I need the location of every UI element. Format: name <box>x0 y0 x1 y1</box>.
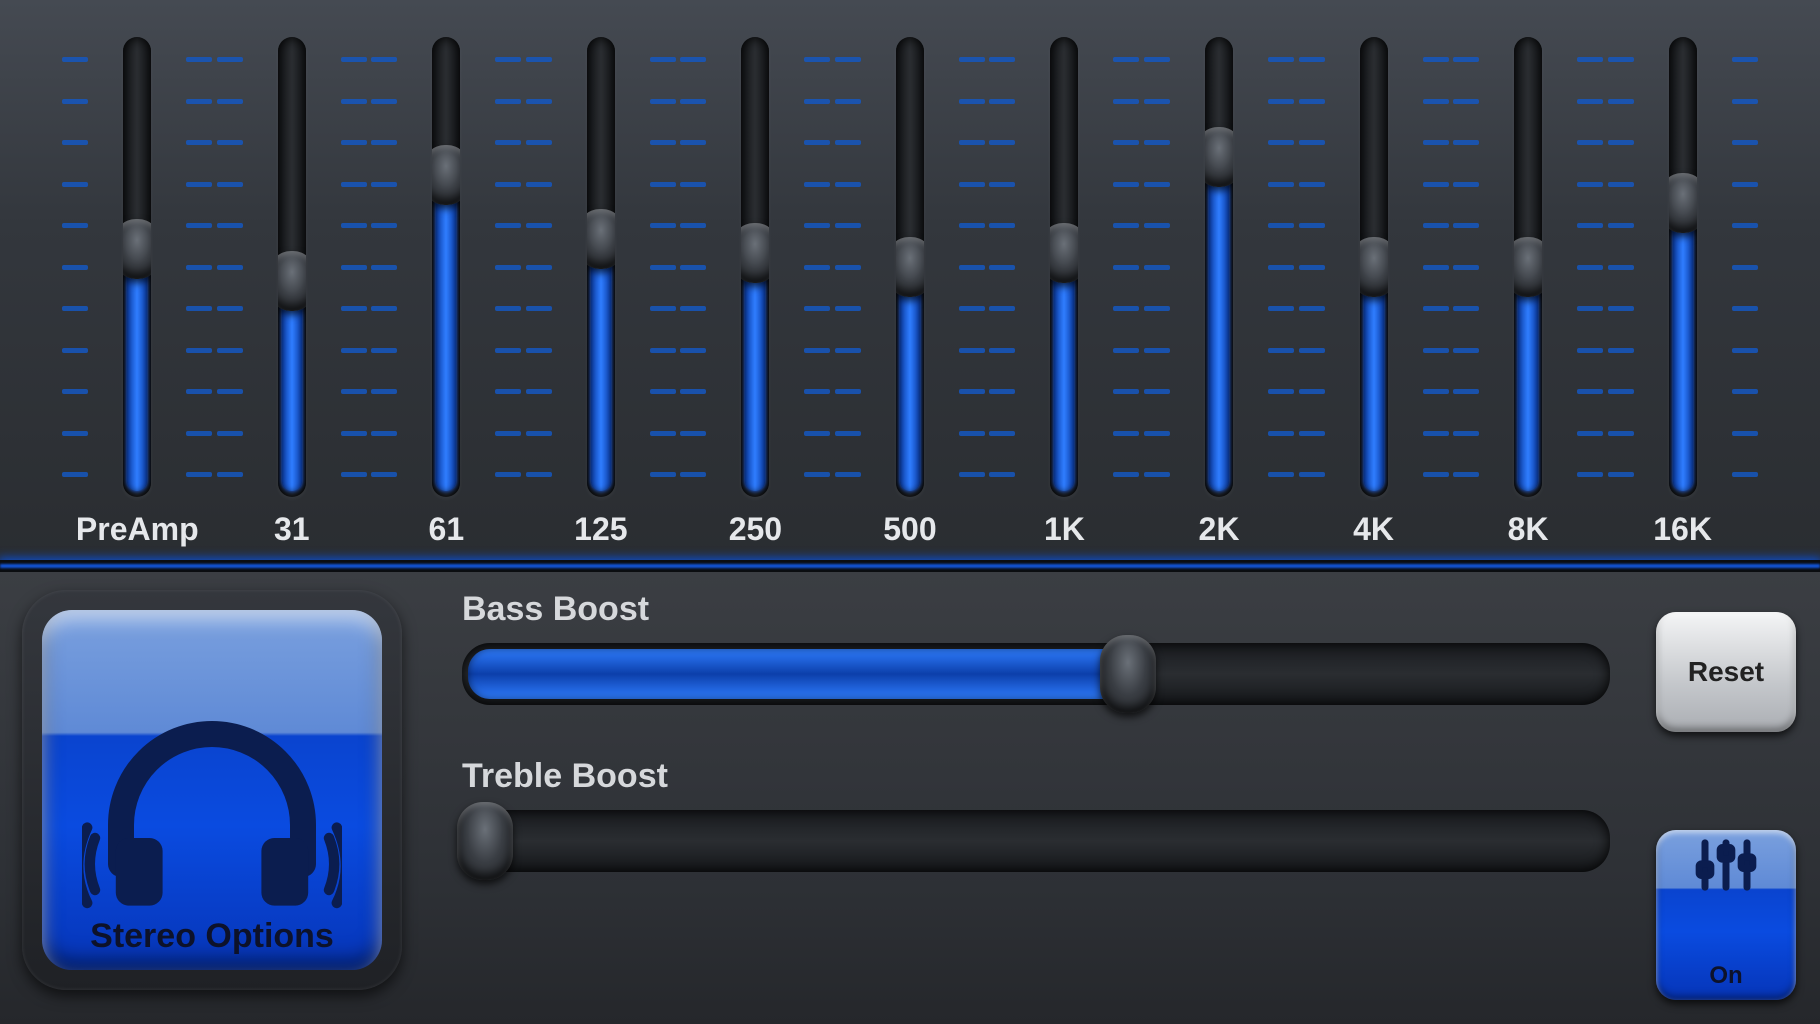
eq-band-2k: 2K <box>1144 37 1294 548</box>
eq-band-label: PreAmp <box>76 511 199 548</box>
eq-slider-thumb[interactable] <box>1205 127 1233 187</box>
eq-band-label: 250 <box>729 511 782 548</box>
eq-slider-thumb[interactable] <box>896 237 924 297</box>
eq-slider-area <box>835 37 985 497</box>
eq-slider-thumb[interactable] <box>1050 223 1078 283</box>
eq-slider-thumb[interactable] <box>741 223 769 283</box>
eq-slider[interactable] <box>278 37 306 497</box>
reset-button[interactable]: Reset <box>1656 612 1796 732</box>
eq-slider-fill <box>1673 197 1693 491</box>
boost-column: Bass Boost Treble Boost <box>422 572 1650 1024</box>
eq-slider[interactable] <box>587 37 615 497</box>
on-toggle-label: On <box>1709 962 1742 990</box>
eq-slider-area <box>1144 37 1294 497</box>
eq-band-31: 31 <box>217 37 367 548</box>
eq-slider-fill <box>1054 247 1074 491</box>
eq-slider-thumb[interactable] <box>278 251 306 311</box>
stereo-options-button[interactable]: Stereo Options <box>22 590 402 990</box>
eq-band-label: 4K <box>1353 511 1394 548</box>
eq-band-250: 250 <box>680 37 830 548</box>
eq-band-125: 125 <box>526 37 676 548</box>
eq-band-label: 8K <box>1508 511 1549 548</box>
eq-slider-thumb[interactable] <box>1514 237 1542 297</box>
eq-slider-fill <box>745 247 765 491</box>
eq-band-1k: 1K <box>989 37 1139 548</box>
bass-boost-slider[interactable] <box>462 643 1610 705</box>
eq-slider-thumb[interactable] <box>1360 237 1388 297</box>
eq-slider-fill <box>436 169 456 491</box>
eq-slider-area <box>1299 37 1449 497</box>
eq-slider[interactable] <box>741 37 769 497</box>
bass-boost-fill <box>468 649 1134 699</box>
stereo-options-inner: Stereo Options <box>42 610 382 970</box>
eq-slider-fill <box>127 243 147 491</box>
treble-boost-slider[interactable] <box>462 810 1610 872</box>
eq-slider[interactable] <box>1050 37 1078 497</box>
eq-band-4k: 4K <box>1299 37 1449 548</box>
eq-slider[interactable] <box>896 37 924 497</box>
treble-boost-label: Treble Boost <box>462 757 1610 796</box>
sliders-icon <box>1691 830 1761 900</box>
eq-band-label: 31 <box>274 511 310 548</box>
panel-divider <box>0 560 1820 572</box>
headphones-icon <box>82 707 342 917</box>
eq-slider-fill <box>591 233 611 491</box>
eq-slider-thumb[interactable] <box>123 219 151 279</box>
eq-band-16k: 16K <box>1608 37 1758 548</box>
treble-boost-thumb[interactable] <box>457 802 513 880</box>
eq-band-label: 16K <box>1653 511 1712 548</box>
eq-slider-area <box>989 37 1139 497</box>
eq-slider-thumb[interactable] <box>432 145 460 205</box>
eq-slider-area <box>371 37 521 497</box>
eq-slider[interactable] <box>1514 37 1542 497</box>
eq-slider-thumb[interactable] <box>587 209 615 269</box>
eq-slider[interactable] <box>1669 37 1697 497</box>
bottom-panel: Stereo Options Bass Boost Treble Boost R… <box>0 572 1820 1024</box>
eq-band-label: 2K <box>1199 511 1240 548</box>
eq-band-label: 125 <box>574 511 627 548</box>
eq-band-label: 1K <box>1044 511 1085 548</box>
eq-band-500: 500 <box>835 37 985 548</box>
eq-band-label: 61 <box>429 511 465 548</box>
on-toggle-button[interactable]: On <box>1656 830 1796 1000</box>
eq-slider-area <box>1453 37 1603 497</box>
eq-slider-area <box>680 37 830 497</box>
eq-band-label: 500 <box>883 511 936 548</box>
right-button-column: Reset On <box>1650 572 1820 1024</box>
eq-band-61: 61 <box>371 37 521 548</box>
equalizer-panel: PreAmp 31 61 125 250 500 1K 2K 4K 8K 16K <box>0 0 1820 560</box>
eq-slider[interactable] <box>1205 37 1233 497</box>
reset-button-label: Reset <box>1688 656 1764 688</box>
eq-slider-area <box>526 37 676 497</box>
bass-boost-thumb[interactable] <box>1100 635 1156 713</box>
eq-slider-area <box>62 37 212 497</box>
eq-slider-thumb[interactable] <box>1669 173 1697 233</box>
eq-slider[interactable] <box>1360 37 1388 497</box>
eq-slider[interactable] <box>123 37 151 497</box>
eq-slider-fill <box>1209 151 1229 491</box>
eq-slider-area <box>217 37 367 497</box>
eq-band-8k: 8K <box>1453 37 1603 548</box>
eq-slider[interactable] <box>432 37 460 497</box>
eq-band-preamp: PreAmp <box>62 37 212 548</box>
eq-slider-area <box>1608 37 1758 497</box>
stereo-options-label: Stereo Options <box>90 917 334 956</box>
bass-boost-label: Bass Boost <box>462 590 1610 629</box>
